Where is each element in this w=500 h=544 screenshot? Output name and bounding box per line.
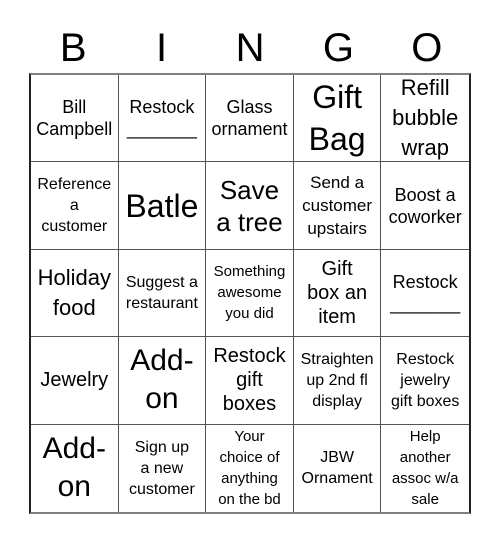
bingo-cell[interactable]: Jewelry [31, 337, 119, 425]
header-letter-n: N [235, 26, 265, 70]
bingo-cell[interactable]: Suggest a restaurant [118, 249, 207, 338]
bingo-cell[interactable]: Batle [118, 162, 207, 250]
bingo-cell-text: Jewelry [40, 369, 109, 392]
bingo-cell[interactable]: Holiday food [31, 249, 119, 338]
bingo-cell-text: Something awesome you did [213, 263, 286, 323]
bingo-cell[interactable]: Restock _______ [381, 250, 469, 338]
bingo-cell[interactable]: Bill Campbell [31, 75, 119, 163]
bingo-cell[interactable]: Gift Bag [293, 75, 382, 163]
header-letter-o: O [411, 26, 443, 70]
bingo-cell-text: Gift box an item [307, 257, 368, 328]
bingo-cell-text: Restock gift boxes [213, 345, 286, 416]
bingo-cell[interactable]: Reference a customer [31, 162, 119, 250]
bingo-cell-text: Holiday food [37, 264, 111, 320]
bingo-cell[interactable]: Straighten up 2nd fl display [293, 337, 382, 425]
bingo-cell-text: Suggest a restaurant [125, 273, 198, 312]
bingo-cell-text: Batle [125, 187, 199, 224]
bingo-cell-text: Add- on [42, 432, 106, 504]
bingo-cell-text: Restock jewelry gift boxes [390, 350, 460, 410]
bingo-card-grid: Bill Campbell Restock _______ Glass orname… [29, 73, 471, 514]
bingo-cell-text: Restock _______ [390, 271, 461, 314]
bingo-cell[interactable]: Help another assoc w/a sale [381, 425, 469, 512]
bingo-cell-text: Send a customer upstairs [302, 173, 373, 239]
bingo-cell-text: Add- on [130, 344, 194, 416]
bingo-cell[interactable]: Restock jewelry gift boxes [381, 337, 469, 425]
bingo-cell-text: Help another assoc w/a sale [391, 428, 459, 509]
bingo-cell[interactable]: Send a customer upstairs [293, 162, 382, 250]
bingo-cell-text: Bill Campbell [36, 97, 113, 140]
bingo-cell[interactable]: Save a tree [206, 162, 294, 250]
bingo-cell-text: Your choice of anything on the bd [218, 428, 281, 509]
bingo-cell[interactable]: Refill bubble wrap [381, 75, 469, 163]
bingo-cell[interactable]: Boost a coworker [381, 162, 469, 250]
bingo-cell-text: Boost a coworker [388, 184, 462, 227]
bingo-cell-text: Glass ornament [211, 97, 288, 140]
bingo-cell[interactable]: Something awesome you did [206, 249, 294, 338]
bingo-cell[interactable]: Add- on [118, 337, 207, 425]
bingo-cell[interactable]: JBW Ornament [294, 424, 382, 512]
header-letter-i: I [156, 26, 168, 70]
bingo-cell-text: Sign up a new customer [128, 438, 195, 498]
bingo-cell-text: Restock _______ [126, 97, 197, 140]
bingo-cell[interactable]: Add- on [31, 424, 119, 512]
bingo-cell-text: Straighten up 2nd fl display [300, 350, 374, 410]
bingo-cell-text: Save a tree [216, 174, 283, 237]
bingo-cell[interactable]: Glass ornament [206, 75, 294, 163]
bingo-cell-text: Reference a customer [37, 176, 112, 236]
bingo-cell[interactable]: Restock gift boxes [206, 337, 294, 425]
header-letter-b: B [59, 26, 87, 70]
bingo-cell[interactable]: Restock _______ [118, 75, 207, 163]
bingo-cell[interactable]: Your choice of anything on the bd [206, 424, 294, 512]
bingo-cell[interactable]: Sign up a new customer [119, 424, 207, 512]
bingo-cell[interactable]: Gift box an item [293, 249, 382, 338]
bingo-cell-text: Refill bubble wrap [392, 75, 459, 161]
bingo-header: B I N G O [29, 24, 471, 72]
bingo-cell-text: JBW Ornament [301, 449, 373, 488]
header-letter-g: G [322, 26, 354, 70]
bingo-cell-text: Gift Bag [308, 79, 366, 158]
